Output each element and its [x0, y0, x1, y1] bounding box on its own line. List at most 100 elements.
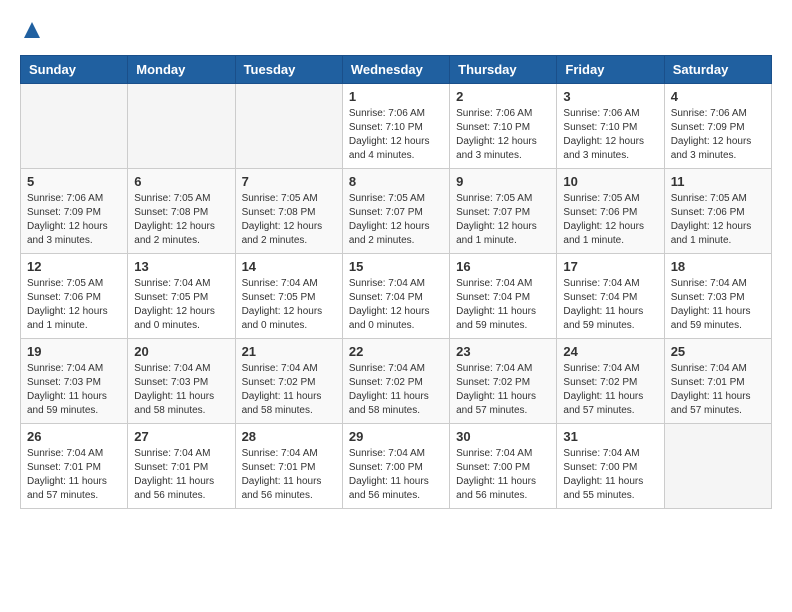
calendar-week-row: 1 Sunrise: 7:06 AM Sunset: 7:10 PM Daylig… [21, 84, 772, 169]
day-info: Sunrise: 7:06 AM Sunset: 7:09 PM Dayligh… [27, 192, 121, 248]
calendar-cell: 30 Sunrise: 7:04 AM Sunset: 7:00 PM Dayli… [450, 424, 557, 509]
day-info: Sunrise: 7:06 AM Sunset: 7:10 PM Dayligh… [349, 107, 443, 163]
day-number: 5 [27, 174, 121, 189]
day-info: Sunrise: 7:05 AM Sunset: 7:06 PM Dayligh… [671, 192, 765, 248]
day-info: Sunrise: 7:04 AM Sunset: 7:01 PM Dayligh… [242, 447, 336, 503]
day-info: Sunrise: 7:05 AM Sunset: 7:06 PM Dayligh… [563, 192, 657, 248]
day-header-friday: Friday [557, 56, 664, 84]
calendar-cell: 11 Sunrise: 7:05 AM Sunset: 7:06 PM Dayli… [664, 169, 771, 254]
calendar-cell [664, 424, 771, 509]
calendar-cell: 25 Sunrise: 7:04 AM Sunset: 7:01 PM Dayli… [664, 339, 771, 424]
day-number: 25 [671, 344, 765, 359]
day-number: 8 [349, 174, 443, 189]
day-info: Sunrise: 7:04 AM Sunset: 7:02 PM Dayligh… [349, 362, 443, 418]
calendar-cell: 12 Sunrise: 7:05 AM Sunset: 7:06 PM Dayli… [21, 254, 128, 339]
day-header-wednesday: Wednesday [342, 56, 449, 84]
day-number: 23 [456, 344, 550, 359]
calendar-cell: 5 Sunrise: 7:06 AM Sunset: 7:09 PM Daylig… [21, 169, 128, 254]
day-number: 30 [456, 429, 550, 444]
day-info: Sunrise: 7:04 AM Sunset: 7:04 PM Dayligh… [563, 277, 657, 333]
day-number: 3 [563, 89, 657, 104]
logo [20, 20, 42, 45]
day-number: 17 [563, 259, 657, 274]
day-info: Sunrise: 7:04 AM Sunset: 7:02 PM Dayligh… [242, 362, 336, 418]
day-header-sunday: Sunday [21, 56, 128, 84]
calendar-cell: 6Sunrise: 7:05 AM Sunset: 7:08 PM Daylig… [128, 169, 235, 254]
day-number: 16 [456, 259, 550, 274]
calendar-week-row: 26 Sunrise: 7:04 AM Sunset: 7:01 PM Dayli… [21, 424, 772, 509]
day-info: Sunrise: 7:04 AM Sunset: 7:03 PM Dayligh… [27, 362, 121, 418]
day-number: 1 [349, 89, 443, 104]
calendar-cell: 19 Sunrise: 7:04 AM Sunset: 7:03 PM Dayli… [21, 339, 128, 424]
day-info: Sunrise: 7:06 AM Sunset: 7:09 PM Dayligh… [671, 107, 765, 163]
calendar-cell: 20 Sunrise: 7:04 AM Sunset: 7:03 PM Dayli… [128, 339, 235, 424]
day-number: 22 [349, 344, 443, 359]
day-info: Sunrise: 7:05 AM Sunset: 7:06 PM Dayligh… [27, 277, 121, 333]
day-number: 31 [563, 429, 657, 444]
day-number: 4 [671, 89, 765, 104]
day-header-saturday: Saturday [664, 56, 771, 84]
calendar-cell: 21Sunrise: 7:04 AM Sunset: 7:02 PM Dayli… [235, 339, 342, 424]
day-info: Sunrise: 7:04 AM Sunset: 7:01 PM Dayligh… [671, 362, 765, 418]
calendar-week-row: 12 Sunrise: 7:05 AM Sunset: 7:06 PM Dayli… [21, 254, 772, 339]
logo-icon [22, 20, 42, 40]
calendar-cell: 9 Sunrise: 7:05 AM Sunset: 7:07 PM Daylig… [450, 169, 557, 254]
day-info: Sunrise: 7:04 AM Sunset: 7:02 PM Dayligh… [456, 362, 550, 418]
calendar-cell: 4 Sunrise: 7:06 AM Sunset: 7:09 PM Daylig… [664, 84, 771, 169]
day-number: 27 [134, 429, 228, 444]
calendar-cell: 26 Sunrise: 7:04 AM Sunset: 7:01 PM Dayli… [21, 424, 128, 509]
calendar-week-row: 5 Sunrise: 7:06 AM Sunset: 7:09 PM Daylig… [21, 169, 772, 254]
day-info: Sunrise: 7:05 AM Sunset: 7:08 PM Dayligh… [242, 192, 336, 248]
calendar-cell: 31 Sunrise: 7:04 AM Sunset: 7:00 PM Dayli… [557, 424, 664, 509]
day-info: Sunrise: 7:05 AM Sunset: 7:07 PM Dayligh… [349, 192, 443, 248]
day-info: Sunrise: 7:04 AM Sunset: 7:05 PM Dayligh… [134, 277, 228, 333]
day-number: 11 [671, 174, 765, 189]
day-header-tuesday: Tuesday [235, 56, 342, 84]
day-number: 10 [563, 174, 657, 189]
calendar-cell: 27 Sunrise: 7:04 AM Sunset: 7:01 PM Dayli… [128, 424, 235, 509]
calendar-cell: 13 Sunrise: 7:04 AM Sunset: 7:05 PM Dayli… [128, 254, 235, 339]
day-info: Sunrise: 7:05 AM Sunset: 7:08 PM Dayligh… [134, 192, 228, 248]
day-info: Sunrise: 7:06 AM Sunset: 7:10 PM Dayligh… [563, 107, 657, 163]
day-number: 15 [349, 259, 443, 274]
day-number: 12 [27, 259, 121, 274]
day-number: 9 [456, 174, 550, 189]
day-info: Sunrise: 7:04 AM Sunset: 7:00 PM Dayligh… [456, 447, 550, 503]
calendar-cell: 14Sunrise: 7:04 AM Sunset: 7:05 PM Dayli… [235, 254, 342, 339]
calendar-cell: 7Sunrise: 7:05 AM Sunset: 7:08 PM Daylig… [235, 169, 342, 254]
calendar-cell: 18 Sunrise: 7:04 AM Sunset: 7:03 PM Dayli… [664, 254, 771, 339]
day-number: 13 [134, 259, 228, 274]
calendar-cell: 17 Sunrise: 7:04 AM Sunset: 7:04 PM Dayli… [557, 254, 664, 339]
day-info: Sunrise: 7:06 AM Sunset: 7:10 PM Dayligh… [456, 107, 550, 163]
day-info: Sunrise: 7:05 AM Sunset: 7:07 PM Dayligh… [456, 192, 550, 248]
day-info: Sunrise: 7:04 AM Sunset: 7:01 PM Dayligh… [134, 447, 228, 503]
day-info: Sunrise: 7:04 AM Sunset: 7:03 PM Dayligh… [134, 362, 228, 418]
calendar-cell [128, 84, 235, 169]
day-number: 24 [563, 344, 657, 359]
day-info: Sunrise: 7:04 AM Sunset: 7:01 PM Dayligh… [27, 447, 121, 503]
calendar-header-row: SundayMondayTuesdayWednesdayThursdayFrid… [21, 56, 772, 84]
day-number: 14 [242, 259, 336, 274]
day-info: Sunrise: 7:04 AM Sunset: 7:00 PM Dayligh… [563, 447, 657, 503]
calendar-cell: 24 Sunrise: 7:04 AM Sunset: 7:02 PM Dayli… [557, 339, 664, 424]
day-number: 18 [671, 259, 765, 274]
calendar-cell: 16Sunrise: 7:04 AM Sunset: 7:04 PM Dayli… [450, 254, 557, 339]
calendar-cell: 3 Sunrise: 7:06 AM Sunset: 7:10 PM Daylig… [557, 84, 664, 169]
day-info: Sunrise: 7:04 AM Sunset: 7:03 PM Dayligh… [671, 277, 765, 333]
day-info: Sunrise: 7:04 AM Sunset: 7:00 PM Dayligh… [349, 447, 443, 503]
calendar-cell: 15 Sunrise: 7:04 AM Sunset: 7:04 PM Dayli… [342, 254, 449, 339]
calendar-cell: 1 Sunrise: 7:06 AM Sunset: 7:10 PM Daylig… [342, 84, 449, 169]
calendar-cell: 29 Sunrise: 7:04 AM Sunset: 7:00 PM Dayli… [342, 424, 449, 509]
calendar-cell: 23 Sunrise: 7:04 AM Sunset: 7:02 PM Dayli… [450, 339, 557, 424]
day-info: Sunrise: 7:04 AM Sunset: 7:02 PM Dayligh… [563, 362, 657, 418]
page-header [20, 20, 772, 45]
calendar-cell: 8 Sunrise: 7:05 AM Sunset: 7:07 PM Daylig… [342, 169, 449, 254]
calendar-table: SundayMondayTuesdayWednesdayThursdayFrid… [20, 55, 772, 509]
day-header-monday: Monday [128, 56, 235, 84]
day-number: 29 [349, 429, 443, 444]
day-number: 26 [27, 429, 121, 444]
day-number: 20 [134, 344, 228, 359]
calendar-cell [21, 84, 128, 169]
day-number: 19 [27, 344, 121, 359]
day-info: Sunrise: 7:04 AM Sunset: 7:04 PM Dayligh… [349, 277, 443, 333]
